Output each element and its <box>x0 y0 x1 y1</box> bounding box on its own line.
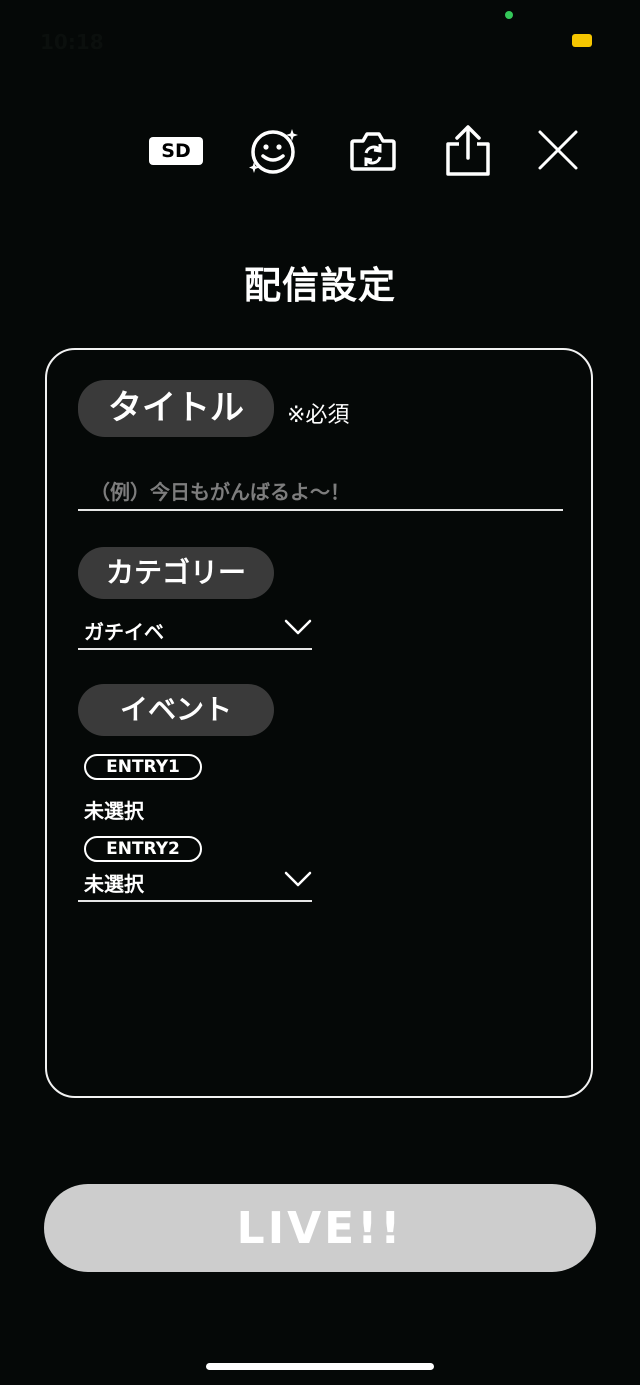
category-select[interactable]: ガチイベ <box>78 614 312 650</box>
category-section-label: カテゴリー <box>78 547 274 599</box>
camera-switch-icon[interactable] <box>349 129 397 173</box>
home-indicator[interactable] <box>206 1363 434 1370</box>
status-time: 10:18 <box>40 30 104 54</box>
page-title: 配信設定 <box>244 264 396 307</box>
event-section-label: イベント <box>78 684 274 736</box>
chevron-down-icon <box>284 871 312 887</box>
share-icon[interactable] <box>444 124 492 178</box>
title-input[interactable] <box>78 475 563 511</box>
entry2-select[interactable]: 未選択 <box>78 866 312 902</box>
close-icon[interactable] <box>537 129 579 171</box>
chevron-down-icon <box>284 619 312 635</box>
entry1-badge: ENTRY1 <box>84 754 202 780</box>
entry2-selected-value: 未選択 <box>84 872 144 896</box>
battery-icon <box>572 34 592 47</box>
title-section-label: タイトル <box>78 380 274 437</box>
go-live-button[interactable]: LIVE!! <box>44 1184 596 1272</box>
quality-sd-button[interactable]: SD <box>149 137 203 165</box>
required-note: ※必須 <box>287 403 350 428</box>
face-filter-icon[interactable] <box>248 127 300 175</box>
entry1-value: 未選択 <box>84 799 144 823</box>
category-selected-value: ガチイベ <box>84 620 164 644</box>
entry2-badge: ENTRY2 <box>84 836 202 862</box>
camera-indicator-dot <box>505 11 513 19</box>
